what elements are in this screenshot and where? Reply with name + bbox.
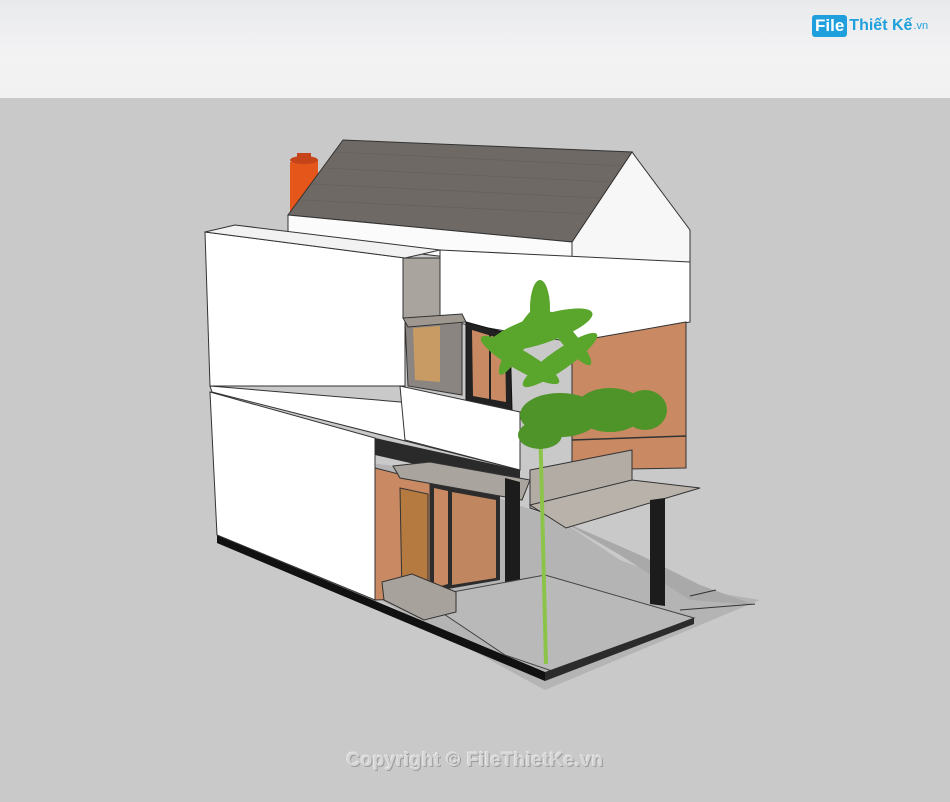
house-model-render (204, 139, 760, 690)
concrete-niche (402, 257, 441, 321)
upper-front-wall (204, 231, 406, 387)
copyright-watermark: Copyright © FileThietKe.vn (346, 750, 604, 771)
steel-column-right (650, 498, 665, 606)
window-glass (413, 326, 440, 382)
ground-window-glass (434, 488, 448, 588)
